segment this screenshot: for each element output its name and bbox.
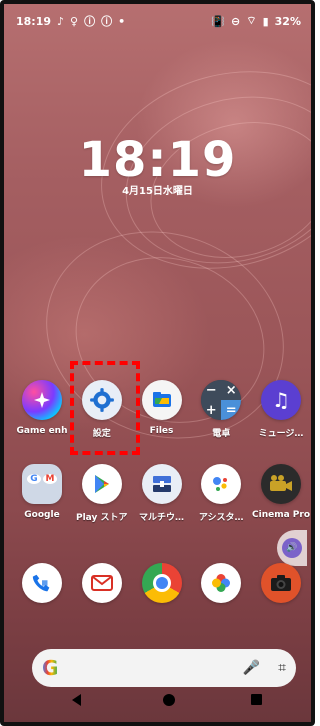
- game-enhancer-icon: [22, 380, 62, 420]
- mic-icon[interactable]: 🎤: [243, 660, 260, 676]
- cinema-pro-icon: [261, 464, 301, 504]
- camera-icon: [261, 563, 301, 603]
- app-gmail[interactable]: [74, 563, 130, 603]
- files-icon: [141, 380, 182, 420]
- info-icon: ⓘ: [101, 15, 113, 28]
- app-calculator[interactable]: − × + = 電卓: [193, 380, 249, 439]
- dot-icon: •: [118, 14, 126, 28]
- multiwindow-icon: [141, 464, 182, 504]
- dnd-icon: ⊖: [231, 14, 241, 28]
- battery-icon: ▮: [262, 14, 269, 28]
- phone-icon: [22, 563, 62, 603]
- app-label: ミュージ…: [258, 429, 304, 439]
- app-row-2: G M Google Play ストア マルチウ… アシスタ… Cinema P…: [14, 464, 311, 523]
- speaker-icon: 🔊: [282, 538, 302, 558]
- google-folder-icon: G M: [22, 464, 62, 504]
- calculator-icon: − × + =: [201, 380, 242, 420]
- app-label: 電卓: [212, 429, 231, 439]
- app-label: マルチウ…: [138, 513, 184, 523]
- home-icon[interactable]: [163, 694, 175, 706]
- battery-percent: 32%: [274, 14, 301, 28]
- status-time: 18:19: [16, 14, 52, 28]
- music-note-icon: ♪: [57, 14, 65, 28]
- app-cinema-pro[interactable]: Cinema Pro: [252, 464, 311, 523]
- chrome-icon: [141, 563, 182, 603]
- app-files[interactable]: Files: [134, 380, 190, 439]
- wifi-icon: ⌔: [246, 14, 257, 27]
- recents-icon[interactable]: [251, 694, 262, 705]
- app-label: Google: [24, 510, 60, 520]
- app-settings[interactable]: 設定: [74, 380, 130, 439]
- google-g-icon: G: [42, 656, 59, 680]
- info-icon: ⓘ: [84, 15, 96, 28]
- pin-icon: ♀: [70, 14, 79, 28]
- app-play-store[interactable]: Play ストア: [74, 464, 130, 523]
- app-phone[interactable]: [14, 563, 70, 603]
- app-label: Cinema Pro: [252, 510, 311, 520]
- phone-screen: 18:19 ♪ ♀ ⓘ ⓘ • 📳 ⊖ ⌔ ▮ 32% 18:19 4月15日水…: [0, 0, 315, 726]
- app-chrome[interactable]: [134, 563, 190, 603]
- play-store-icon: [81, 464, 122, 504]
- clock-time[interactable]: 18:19: [4, 132, 311, 188]
- lens-icon[interactable]: ⌗: [278, 660, 286, 676]
- app-label: Files: [149, 426, 174, 436]
- vibrate-icon: 📳: [211, 14, 226, 28]
- app-game-enhancer[interactable]: Game enh: [14, 380, 70, 439]
- settings-gear-icon: [81, 380, 122, 420]
- status-bar: 18:19 ♪ ♀ ⓘ ⓘ • 📳 ⊖ ⌔ ▮ 32%: [16, 12, 301, 30]
- app-photos[interactable]: [193, 563, 249, 603]
- photos-icon: [201, 563, 242, 603]
- back-icon[interactable]: [72, 694, 81, 706]
- app-music[interactable]: ♫ ミュージ…: [253, 380, 309, 439]
- clock-date: 4月15日水曜日: [122, 186, 193, 197]
- assistant-icon: [201, 464, 242, 504]
- dock: [14, 563, 309, 603]
- gmail-icon: [81, 563, 122, 603]
- navigation-bar: [4, 690, 311, 710]
- app-camera[interactable]: [253, 563, 309, 603]
- app-label: アシスタ…: [198, 513, 244, 523]
- google-search-bar[interactable]: G 🎤 ⌗: [32, 649, 296, 687]
- app-label: 設定: [92, 429, 111, 439]
- app-row-1: Game enh 設定 Files − × + = 電卓 ♫ ミュージ…: [14, 380, 309, 439]
- side-sense-handle[interactable]: 🔊: [277, 530, 307, 566]
- app-label: Game enh: [16, 426, 68, 436]
- app-multi-window[interactable]: マルチウ…: [134, 464, 190, 523]
- app-google-folder[interactable]: G M Google: [14, 464, 70, 523]
- music-icon: ♫: [261, 380, 301, 420]
- app-label: Play ストア: [76, 513, 128, 523]
- app-assistant[interactable]: アシスタ…: [193, 464, 249, 523]
